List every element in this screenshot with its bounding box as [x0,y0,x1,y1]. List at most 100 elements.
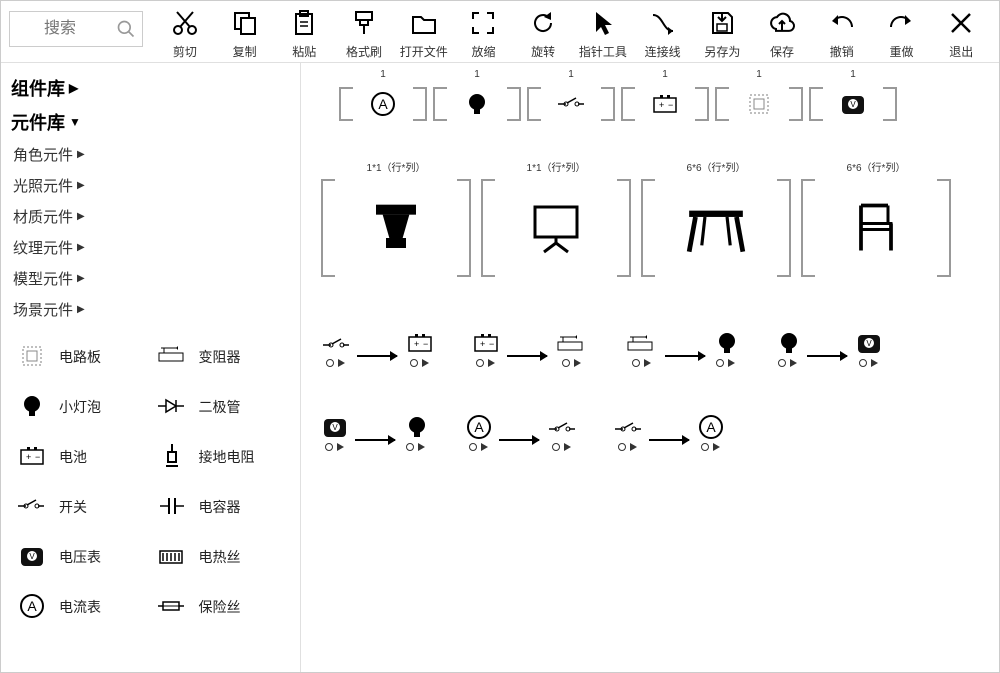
sidebar: 组件库▶ 元件库▼ 角色元件▶ 光照元件▶ 材质元件▶ 纹理元件▶ 模型元件▶ … [1,63,301,672]
tool-zoom[interactable]: 放缩 [456,5,512,60]
palette-switch[interactable]: 开关 [11,487,151,527]
chevron-right-icon: ▶ [77,211,85,222]
saveas-icon [708,5,736,41]
tool-label: 旋转 [531,43,555,60]
bulb-icon [11,387,55,427]
index-label: 1 [850,69,856,80]
canvas-item-chair[interactable]: 6*6（行*列） [801,173,951,283]
tool-label: 退出 [949,43,973,60]
close-icon [947,5,975,41]
palette-capacitor[interactable]: 电容器 [151,487,291,527]
rheostat-icon [151,337,195,377]
tool-exit[interactable]: 退出 [933,5,989,60]
tool-saveas[interactable]: 另存为 [694,5,750,60]
tool-label: 打开文件 [400,43,448,60]
search-input[interactable] [10,13,110,45]
canvas-connection[interactable] [321,329,433,367]
canvas-item-ammeter[interactable]: 1 [339,81,427,127]
canvas-connection[interactable] [321,413,427,451]
capacitor-icon [151,487,195,527]
canvas-item-voltmeter[interactable]: 1 [809,81,897,127]
canvas-item-whiteboard[interactable]: 1*1（行*列） [481,173,631,283]
fuse-icon [151,587,195,627]
diode-icon [151,387,195,427]
palette-rheostat[interactable]: 变阻器 [151,337,291,377]
category-item[interactable]: 场景元件 ▶ [11,294,290,325]
tool-paste[interactable]: 粘贴 [276,5,332,60]
label: 电池 [59,447,87,467]
palette-heater[interactable]: 电热丝 [151,537,291,577]
canvas-connection[interactable] [625,329,737,367]
tool-open[interactable]: 打开文件 [396,5,452,60]
chevron-right-icon: ▶ [69,81,78,95]
canvas-connection[interactable] [775,329,881,367]
label: 光照元件 [13,175,73,196]
index-label: 1 [662,69,668,80]
canvas-connection[interactable] [471,329,587,367]
canvas-item-battery[interactable]: 1 [621,81,709,127]
category-item[interactable]: 模型元件 ▶ [11,263,290,294]
index-label: 1 [756,69,762,80]
canvas-connection[interactable] [465,413,575,451]
label: 电流表 [59,597,101,617]
label: 电压表 [59,547,101,567]
tool-save[interactable]: 保存 [754,5,810,60]
category-item[interactable]: 纹理元件▶ [11,232,290,263]
category-item[interactable]: 角色元件▶ [11,139,290,170]
category-component-lib[interactable]: 组件库 ▶ [11,71,290,105]
label: 模型元件 [13,268,73,289]
palette-ammeter[interactable]: 电流表 [11,587,151,627]
palette-voltmeter[interactable]: 电压表 [11,537,151,577]
palette-diode[interactable]: 二极管 [151,387,291,427]
tool-connector[interactable]: 连接线 [635,5,691,60]
chevron-right-icon: ▶ [77,242,85,253]
label: 元件库 [11,109,65,135]
tool-label: 粘贴 [292,43,316,60]
label: 保险丝 [199,597,241,617]
label: 场景元件 [13,299,73,320]
cursor-icon [589,5,617,41]
category-item[interactable]: 光照元件▶ [11,170,290,201]
category-part-lib[interactable]: 元件库▼ [11,105,290,139]
label: 材质元件 [13,206,73,227]
palette-circuit-board[interactable]: 电路板 [11,337,151,377]
chevron-right-icon: ▶ [77,273,85,284]
circuit-board-icon [11,337,55,377]
palette-fuse[interactable]: 保险丝 [151,587,291,627]
search-icon[interactable] [110,13,142,45]
canvas-item-switch[interactable]: 1 [527,81,615,127]
search-box [9,11,143,47]
palette-ground-resistor[interactable]: 接地电阻 [151,437,291,477]
dim-label: 1*1（行*列） [367,159,426,174]
tool-label: 保存 [770,43,794,60]
label: 接地电阻 [199,447,255,467]
canvas-connection[interactable] [613,413,723,451]
category-item[interactable]: 材质元件 ▶ [11,201,290,232]
label: 电路板 [59,347,101,367]
tool-format-painter[interactable]: 格式刷 [336,5,392,60]
tool-label: 放缩 [471,43,495,60]
tool-cut[interactable]: 剪切 [157,5,213,60]
canvas-item-board[interactable]: 1 [715,81,803,127]
canvas-item-bulb[interactable]: 1 [433,81,521,127]
label: 小灯泡 [59,397,101,417]
canvas-item-desk[interactable]: 6*6（行*列） [641,173,791,283]
canvas-item-podium[interactable]: 1*1（行*列） [321,173,471,283]
tool-undo[interactable]: 撤销 [814,5,870,60]
tool-rotate[interactable]: 旋转 [515,5,571,60]
index-label: 1 [380,69,386,80]
palette-battery[interactable]: 电池 [11,437,151,477]
tool-label: 连接线 [645,43,681,60]
ground-icon [151,437,195,477]
chevron-right-icon: ▶ [77,304,85,315]
tool-redo[interactable]: 重做 [874,5,930,60]
copy-icon [231,5,259,41]
label: 组件库 [11,75,65,101]
tool-pointer[interactable]: 指针工具 [575,5,631,60]
palette-bulb[interactable]: 小灯泡 [11,387,151,427]
brush-icon [350,5,378,41]
connector-icon [649,5,677,41]
tool-label: 撤销 [830,43,854,60]
tool-copy[interactable]: 复制 [217,5,273,60]
canvas[interactable]: 1 1 1 1 1 1 1*1（行*列） 1*1（行*列） 6*6（行*列） 6… [301,63,999,672]
